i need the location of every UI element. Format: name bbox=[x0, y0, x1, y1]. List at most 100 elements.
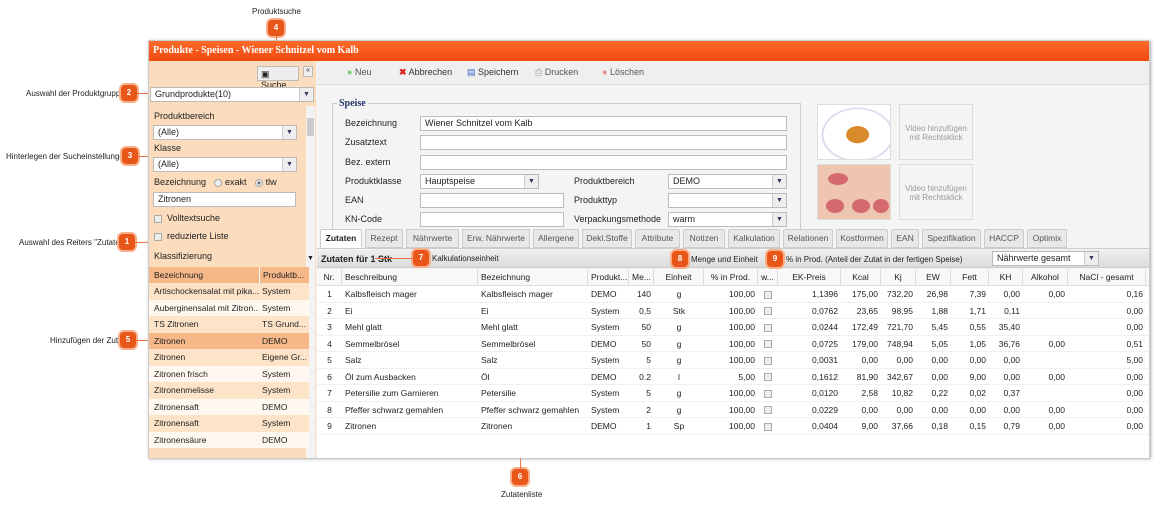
result-list-item[interactable]: Auberginensalat mit Zitron... System bbox=[149, 299, 309, 316]
table-cell: 5 bbox=[646, 355, 651, 365]
search-button[interactable]: ▣ Suche bbox=[257, 66, 299, 90]
row-checkbox[interactable] bbox=[758, 402, 778, 419]
ean-input[interactable] bbox=[420, 193, 564, 208]
column-header[interactable]: NaCl - gesamt bbox=[1068, 269, 1146, 286]
naehrwerte-select[interactable]: Nährwerte gesamt ▼ bbox=[992, 251, 1099, 266]
column-header[interactable]: Fett bbox=[951, 269, 989, 286]
column-header[interactable]: EW bbox=[916, 269, 951, 286]
annotation-marker-1: 1 bbox=[119, 234, 135, 250]
column-header[interactable]: Kj bbox=[881, 269, 916, 286]
table-row[interactable]: 3 Mehl glatt Mehl glatt System 50 g 100,00 0,02… bbox=[317, 319, 1149, 336]
product-image-2[interactable] bbox=[817, 164, 891, 220]
tab-allergene[interactable]: Allergene bbox=[533, 229, 579, 248]
tab-relationen[interactable]: Relationen bbox=[783, 229, 833, 248]
result-list-item[interactable]: Zitronen frisch System bbox=[149, 365, 309, 382]
column-header[interactable]: Einheit bbox=[654, 269, 704, 286]
col-bezeichnung[interactable]: Bezeichnung bbox=[154, 267, 203, 283]
tab-kalkulation[interactable]: Kalkulation bbox=[728, 229, 780, 248]
table-cell: 0,0244 bbox=[812, 322, 838, 332]
table-cell: 0,00 bbox=[1048, 371, 1065, 382]
column-header[interactable]: Kcal bbox=[841, 269, 881, 286]
row-checkbox[interactable] bbox=[758, 336, 778, 353]
column-header[interactable]: % in Prod. bbox=[704, 269, 758, 286]
row-checkbox[interactable] bbox=[758, 369, 778, 386]
bez-extern-input[interactable] bbox=[420, 155, 787, 170]
table-row[interactable]: 2 Ei Ei System 0,5 Stk 100,00 0,0762 23,65 98,95 1… bbox=[317, 303, 1149, 320]
table-row[interactable]: 9 Zitronen Zitronen DEMO 1 Sp 100,00 0,0404 9,00… bbox=[317, 418, 1149, 435]
column-header[interactable]: Beschreibung bbox=[342, 269, 478, 286]
tab-notizen[interactable]: Notizen bbox=[683, 229, 725, 248]
column-header[interactable]: Bezeichnung bbox=[478, 269, 588, 286]
table-cell: 3 bbox=[327, 322, 332, 332]
video-placeholder-2[interactable]: Video hinzufügen mit Rechtsklick bbox=[899, 164, 973, 220]
table-row[interactable]: 8 Pfeffer schwarz gemahlen Pfeffer schwarz… bbox=[317, 402, 1149, 419]
result-list-item[interactable]: Zitronensaft DEMO bbox=[149, 398, 309, 415]
reduzierte-liste-checkbox[interactable]: reduzierte Liste bbox=[154, 231, 229, 241]
annotation-marker-9: 9 bbox=[767, 251, 783, 267]
tab-attribute[interactable]: Attribute bbox=[635, 229, 680, 248]
row-checkbox[interactable] bbox=[758, 286, 778, 303]
column-header[interactable]: EK-Preis bbox=[778, 269, 841, 286]
tab-zutaten[interactable]: Zutaten bbox=[320, 229, 362, 248]
tab-spezifikation[interactable]: Spezifikation bbox=[922, 229, 981, 248]
column-header[interactable]: KH bbox=[989, 269, 1023, 286]
volltextsuche-checkbox[interactable]: Volltextsuche bbox=[154, 213, 220, 223]
search-input[interactable]: Zitronen bbox=[153, 192, 296, 207]
row-checkbox[interactable] bbox=[758, 352, 778, 369]
produkttyp-select[interactable]: ▼ bbox=[668, 193, 787, 208]
column-header[interactable]: w... bbox=[758, 269, 778, 286]
produktbereich-select[interactable]: (Alle) ▼ bbox=[153, 125, 297, 140]
row-checkbox[interactable] bbox=[758, 319, 778, 336]
product-group-select[interactable]: Grundprodukte(10) ▼ bbox=[150, 87, 314, 102]
result-list-item[interactable]: Artischockensalat mit pika... System bbox=[149, 283, 309, 300]
row-checkbox[interactable] bbox=[758, 385, 778, 402]
table-row[interactable]: 7 Petersilie zum Garnieren Petersilie Syste… bbox=[317, 385, 1149, 402]
delete-button[interactable]: ● Löschen bbox=[602, 67, 644, 77]
table-row[interactable]: 4 Semmelbrösel Semmelbrösel DEMO 50 g 100,00 0,… bbox=[317, 336, 1149, 353]
video-placeholder-1[interactable]: Video hinzufügen mit Rechtsklick bbox=[899, 104, 973, 160]
result-list-item[interactable]: TS Zitronen TS Grund... bbox=[149, 316, 309, 333]
tab-dekl-stoffe[interactable]: Dekl.Stoffe bbox=[582, 229, 632, 248]
klasse-select[interactable]: (Alle) ▼ bbox=[153, 157, 297, 172]
col-produktbereich[interactable]: Produktb... bbox=[259, 267, 304, 283]
verpackung-select[interactable]: warm ▼ bbox=[668, 212, 787, 227]
annotation-label-produktsuche: Produktsuche bbox=[252, 7, 301, 16]
row-checkbox[interactable] bbox=[758, 418, 778, 435]
annotation-label-prozent: % in Prod. (Anteil der Zutat in der fert… bbox=[786, 255, 963, 264]
result-list-item[interactable]: Zitronen Eigene Gr... bbox=[149, 349, 309, 366]
form-produktbereich-select[interactable]: DEMO ▼ bbox=[668, 174, 787, 189]
column-header[interactable]: Me... bbox=[629, 269, 654, 286]
produktklasse-select[interactable]: Hauptspeise ▼ bbox=[420, 174, 539, 189]
product-image-1[interactable] bbox=[817, 104, 891, 160]
table-row[interactable]: 1 Kalbsfleisch mager Kalbsfleisch mager DEM… bbox=[317, 286, 1149, 303]
collapse-panel-icon[interactable]: « bbox=[303, 66, 313, 77]
tab-nährwerte[interactable]: Nährwerte bbox=[406, 229, 459, 248]
bezeichnung-input[interactable]: Wiener Schnitzel vom Kalb bbox=[420, 116, 787, 131]
table-row[interactable]: 5 Salz Salz System 5 g 100,00 0,0031 0,00 0,00 0,0… bbox=[317, 352, 1149, 369]
radio-exakt[interactable] bbox=[214, 178, 223, 187]
result-list-item[interactable]: Zitronensäure DEMO bbox=[149, 431, 309, 448]
tab-erw-nährwerte[interactable]: Erw. Nährwerte bbox=[462, 229, 530, 248]
toolbar: ● Neu ✖ Abbrechen ▤ Speichern ⎙ Drucken … bbox=[317, 61, 1149, 85]
new-button[interactable]: ● Neu bbox=[347, 67, 371, 77]
zusatztext-input[interactable] bbox=[420, 135, 787, 150]
table-row[interactable]: 6 Öl zum Ausbacken Öl DEMO 0.2 l 5,00 0,1612 81,… bbox=[317, 369, 1149, 386]
tab-ean[interactable]: EAN bbox=[891, 229, 919, 248]
print-button[interactable]: ⎙ Drucken bbox=[535, 67, 578, 78]
tab-rezept[interactable]: Rezept bbox=[365, 229, 403, 248]
radio-tlw[interactable] bbox=[254, 178, 263, 187]
tab-optimix[interactable]: Optimix bbox=[1027, 229, 1067, 248]
result-list-item[interactable]: Zitronensaft System bbox=[149, 415, 309, 432]
column-header[interactable]: Nr. bbox=[317, 269, 342, 286]
cancel-button[interactable]: ✖ Abbrechen bbox=[399, 67, 452, 78]
kn-code-input[interactable] bbox=[420, 212, 564, 227]
column-header[interactable]: Produkt... bbox=[588, 269, 629, 286]
table-cell: 0,00 bbox=[1126, 322, 1143, 332]
tab-haccp[interactable]: HACCP bbox=[984, 229, 1024, 248]
tab-kostformen[interactable]: Kostformen bbox=[836, 229, 888, 248]
result-list-item[interactable]: Zitronenmelisse System bbox=[149, 382, 309, 399]
row-checkbox[interactable] bbox=[758, 303, 778, 320]
save-button[interactable]: ▤ Speichern bbox=[467, 67, 519, 78]
result-list-item[interactable]: Zitronen DEMO bbox=[149, 332, 309, 349]
column-header[interactable]: Alkohol bbox=[1023, 269, 1068, 286]
